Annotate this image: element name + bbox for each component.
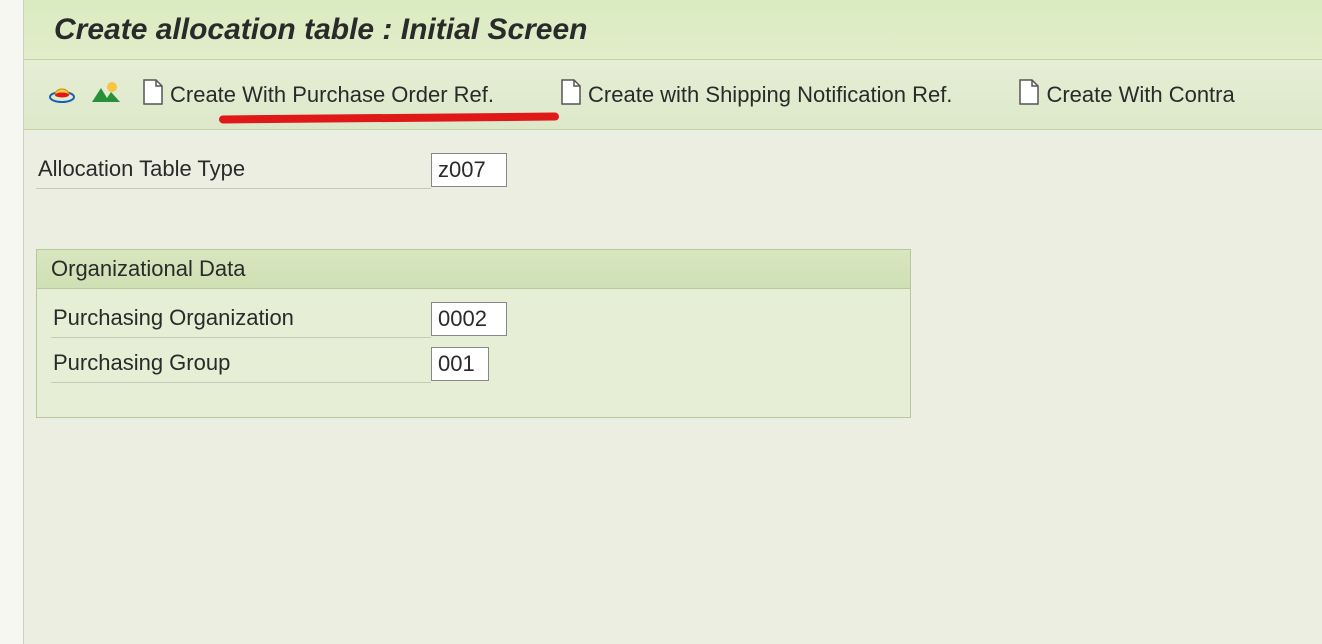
- purchasing-group-label: Purchasing Group: [51, 344, 431, 383]
- document-icon: [560, 79, 582, 111]
- purchasing-organization-label: Purchasing Organization: [51, 299, 431, 338]
- landscape-icon: [92, 80, 120, 109]
- hat-icon: [48, 80, 76, 109]
- create-with-shipping-notification-button[interactable]: Create with Shipping Notification Ref.: [550, 75, 962, 115]
- organizational-data-group: Organizational Data Purchasing Organizat…: [36, 249, 911, 418]
- left-margin: [0, 0, 24, 644]
- create-with-contract-button[interactable]: Create With Contra: [1008, 75, 1244, 115]
- create-with-purchase-order-button[interactable]: Create With Purchase Order Ref.: [132, 75, 504, 115]
- landscape-icon-button[interactable]: [88, 77, 124, 113]
- allocation-table-type-input[interactable]: [431, 153, 507, 187]
- purchasing-organization-row: Purchasing Organization: [51, 299, 896, 338]
- create-with-shipping-notification-label: Create with Shipping Notification Ref.: [588, 82, 952, 108]
- title-bar: Create allocation table : Initial Screen: [24, 0, 1322, 60]
- document-icon: [142, 79, 164, 111]
- purchasing-group-input[interactable]: [431, 347, 489, 381]
- hat-icon-button[interactable]: [44, 77, 80, 113]
- main-area: Create allocation table : Initial Screen: [24, 0, 1322, 644]
- allocation-table-type-row: Allocation Table Type: [36, 150, 1322, 189]
- purchasing-group-row: Purchasing Group: [51, 344, 896, 383]
- create-with-purchase-order-label: Create With Purchase Order Ref.: [170, 82, 494, 108]
- page-title: Create allocation table : Initial Screen: [54, 13, 588, 47]
- annotation-red-underline: [219, 113, 559, 124]
- organizational-data-header: Organizational Data: [37, 250, 910, 289]
- document-icon: [1018, 79, 1040, 111]
- content-area: Allocation Table Type Organizational Dat…: [24, 130, 1322, 418]
- organizational-data-content: Purchasing Organization Purchasing Group: [37, 289, 910, 383]
- purchasing-organization-input[interactable]: [431, 302, 507, 336]
- allocation-table-type-label: Allocation Table Type: [36, 150, 431, 189]
- create-with-contract-label: Create With Contra: [1046, 82, 1234, 108]
